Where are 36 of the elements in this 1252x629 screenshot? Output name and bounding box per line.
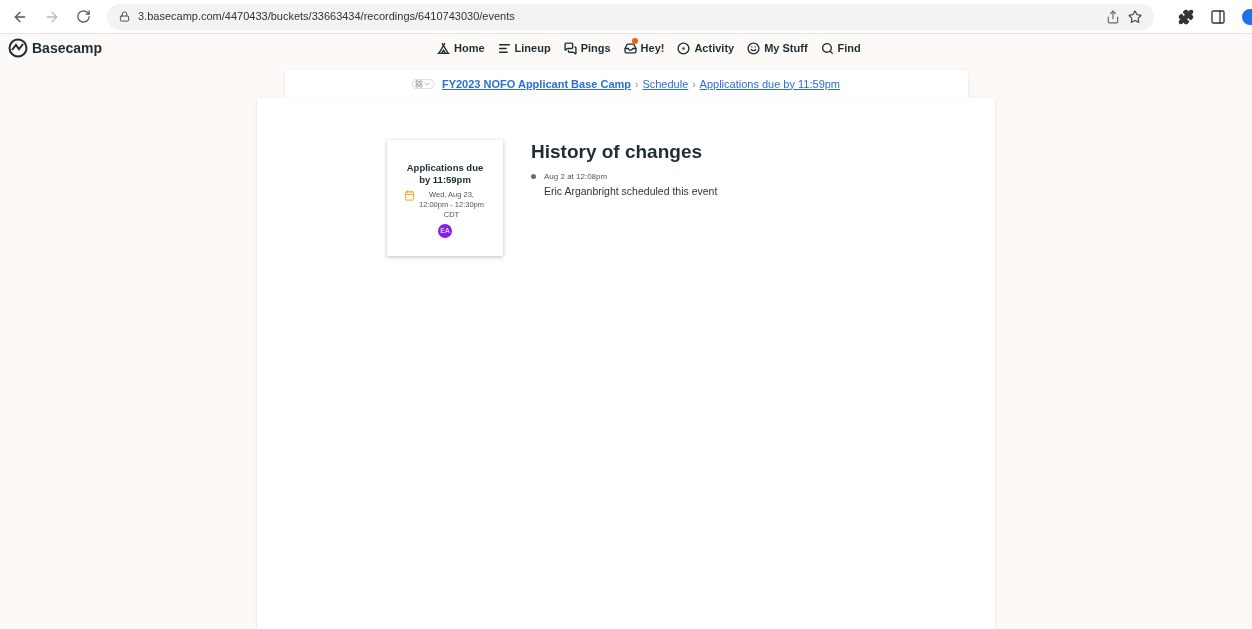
nav-link[interactable]: Home [437, 39, 485, 57]
share-icon[interactable] [1106, 9, 1120, 24]
inbox-icon [623, 41, 637, 55]
nav-link[interactable]: Hey! [623, 39, 665, 57]
nav-link[interactable]: Lineup [497, 39, 551, 57]
url-text: 3.basecamp.com/4470433/buckets/33663434/recordings/6410743030/events [138, 9, 515, 25]
lock-icon [119, 11, 130, 22]
entry-time: Aug 2 at 12:08pm [544, 171, 609, 183]
logo-icon[interactable] [8, 38, 28, 58]
side-panel-icon[interactable] [1210, 8, 1226, 25]
nav-link[interactable]: Pings [563, 39, 611, 57]
caret-icon [422, 80, 431, 88]
history-title: History of changes [531, 140, 704, 164]
puzzle-icon[interactable] [1178, 8, 1194, 25]
smiley-icon [747, 41, 761, 55]
logo-text: Basecamp [32, 38, 103, 58]
grid-icon [414, 80, 423, 88]
breadcrumb-link[interactable]: FY2023 NOFO Applicant Base Camp [441, 75, 632, 93]
star-icon[interactable] [1128, 9, 1142, 24]
address-bar[interactable]: 3.basecamp.com/4470433/buckets/33663434/recordings/6410743030/events [107, 3, 1154, 30]
event-title: Applications due by 11:59pm [405, 162, 485, 186]
profile-icon[interactable] [1242, 8, 1252, 25]
tent-icon [437, 41, 450, 55]
chat-bubbles-icon [563, 41, 577, 55]
breadcrumb-link[interactable]: Schedule [642, 75, 689, 93]
nav-link[interactable]: My Stuff [747, 39, 808, 57]
breadcrumb-separator: › [635, 77, 639, 92]
calendar-icon [403, 190, 415, 201]
nav-link[interactable]: Activity [677, 39, 735, 57]
search-icon [820, 41, 834, 55]
reload-icon[interactable] [76, 9, 91, 24]
breadcrumb-link[interactable]: Applications due by 11:59pm [699, 75, 841, 93]
nav-link[interactable]: Find [820, 39, 861, 57]
breadcrumb-separator: › [692, 77, 696, 92]
entry-text: Eric Arganbright scheduled this event [544, 184, 718, 199]
lines-icon [497, 41, 511, 55]
